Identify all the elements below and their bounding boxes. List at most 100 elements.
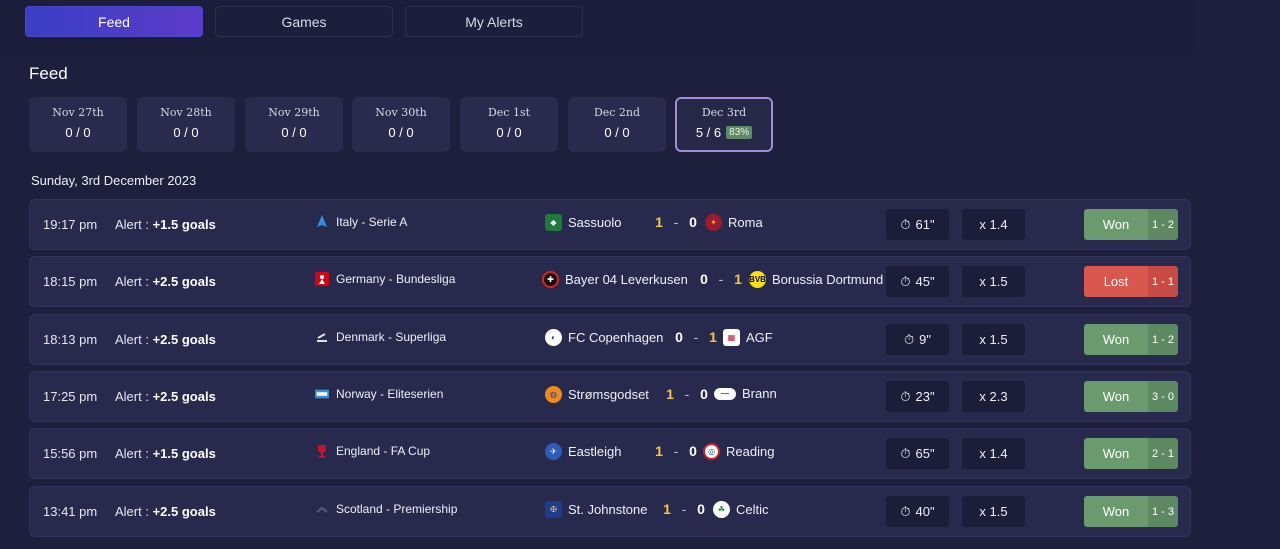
alert-time: 15:56 pm xyxy=(43,446,98,461)
live-score: 1-0 xyxy=(653,443,699,459)
odds: x 1.5 xyxy=(962,496,1025,527)
league: Scotland - Premiership xyxy=(315,502,457,516)
odds: x 2.3 xyxy=(962,381,1025,412)
away-team-name: AGF xyxy=(746,330,773,345)
alert-row[interactable]: 18:15 pm Alert : +2.5 goals Germany - Bu… xyxy=(29,256,1191,307)
live-score: 1-0 xyxy=(664,386,710,402)
home-goals: 1 xyxy=(655,214,663,230)
tab-games[interactable]: Games xyxy=(215,6,393,37)
date-card-nov-29[interactable]: Nov 29th 0 / 0 xyxy=(245,97,343,152)
alert-row[interactable]: 17:25 pm Alert : +2.5 goals Norway - Eli… xyxy=(29,371,1191,422)
alert-type: Alert : +2.5 goals xyxy=(115,332,216,347)
result-badge: Won 1 - 2 xyxy=(1084,209,1178,240)
live-score: 1-0 xyxy=(661,501,707,517)
away-team-name: Roma xyxy=(728,215,763,230)
date-card-dec-1[interactable]: Dec 1st 0 / 0 xyxy=(460,97,558,152)
result-label: Won xyxy=(1084,496,1148,527)
alert-minute: ⏱ 23" xyxy=(886,381,949,412)
eastleigh-crest-icon: ✈ xyxy=(545,443,562,460)
score-separator: - xyxy=(681,501,687,517)
result-label: Won xyxy=(1084,209,1148,240)
score-separator: - xyxy=(718,271,724,287)
date-card-nov-28[interactable]: Nov 28th 0 / 0 xyxy=(137,97,235,152)
home-team: ◆ Sassuolo xyxy=(545,214,621,231)
live-score: 1-0 xyxy=(653,214,699,230)
alert-label: Alert : xyxy=(115,504,149,519)
date-card-nov-30[interactable]: Nov 30th 0 / 0 xyxy=(352,97,450,152)
away-team: ◎ Reading xyxy=(703,443,774,460)
result-badge: Won 3 - 0 xyxy=(1084,381,1178,412)
home-goals: 1 xyxy=(655,443,663,459)
st-johnstone-crest-icon: ✠ xyxy=(545,501,562,518)
date-card-dec-3[interactable]: Dec 3rd 5 / 6 83% xyxy=(675,97,773,152)
home-team-name: FC Copenhagen xyxy=(568,330,664,345)
tab-my-alerts[interactable]: My Alerts xyxy=(405,6,583,37)
result-badge: Won 1 - 2 xyxy=(1084,324,1178,355)
final-score: 2 - 1 xyxy=(1148,438,1178,469)
date-card-nov-27[interactable]: Nov 27th 0 / 0 xyxy=(29,97,127,152)
roma-crest-icon: ✦ xyxy=(705,214,722,231)
date-score: 0 / 0 xyxy=(281,125,307,140)
result-badge: Won 1 - 3 xyxy=(1084,496,1178,527)
result-label: Lost xyxy=(1084,266,1148,297)
stopwatch-icon: ⏱ xyxy=(900,503,911,519)
alert-type: Alert : +2.5 goals xyxy=(115,504,216,519)
home-team: ◐ FC Copenhagen xyxy=(545,329,663,346)
away-goals: 0 xyxy=(689,214,697,230)
alert-row[interactable]: 13:41 pm Alert : +2.5 goals Scotland - P… xyxy=(29,486,1191,537)
sassuolo-crest-icon: ◆ xyxy=(545,214,562,231)
date-card-dec-2[interactable]: Dec 2nd 0 / 0 xyxy=(568,97,666,152)
home-team-name: Strømsgodset xyxy=(568,387,649,402)
league-name: Denmark - Superliga xyxy=(336,330,447,344)
alert-row[interactable]: 15:56 pm Alert : +1.5 goals England - FA… xyxy=(29,428,1191,479)
home-goals: 1 xyxy=(663,501,671,517)
away-goals: 0 xyxy=(697,501,705,517)
alert-time: 18:15 pm xyxy=(43,274,98,289)
alert-time: 17:25 pm xyxy=(43,389,98,404)
home-team: ✈ Eastleigh xyxy=(545,443,621,460)
away-team: ☘ Celtic xyxy=(713,501,769,518)
result-label: Won xyxy=(1084,324,1148,355)
league: Denmark - Superliga xyxy=(315,330,446,344)
date-score: 0 / 0 xyxy=(604,125,630,140)
league-name: England - FA Cup xyxy=(336,444,431,458)
odds: x 1.5 xyxy=(962,266,1025,297)
fa-cup-icon xyxy=(315,444,329,458)
alert-type: Alert : +2.5 goals xyxy=(115,389,216,404)
result-label: Won xyxy=(1084,381,1148,412)
brann-crest-icon: — xyxy=(714,387,736,400)
alert-label: Alert : xyxy=(115,332,149,347)
minute-value: 9" xyxy=(919,332,931,347)
tab-feed[interactable]: Feed xyxy=(25,6,203,37)
final-score: 1 - 1 xyxy=(1148,266,1178,297)
serie-a-icon xyxy=(315,215,329,229)
alert-label: Alert : xyxy=(115,274,149,289)
alert-minute: ⏱ 45" xyxy=(886,266,949,297)
date-score-value: 5 / 6 xyxy=(695,125,722,140)
result-badge: Lost 1 - 1 xyxy=(1084,266,1178,297)
dortmund-crest-icon: BVB xyxy=(749,271,766,288)
alert-market: +2.5 goals xyxy=(152,389,216,404)
alert-row[interactable]: 18:13 pm Alert : +2.5 goals Denmark - Su… xyxy=(29,314,1191,365)
date-label: Nov 28th xyxy=(160,106,212,119)
score-separator: - xyxy=(684,386,690,402)
odds: x 1.4 xyxy=(962,209,1025,240)
result-badge: Won 2 - 1 xyxy=(1084,438,1178,469)
reading-crest-icon: ◎ xyxy=(703,443,720,460)
superliga-icon xyxy=(315,330,329,344)
minute-value: 61" xyxy=(915,217,935,232)
top-navigation: Feed Games My Alerts xyxy=(0,0,1195,52)
minute-value: 65" xyxy=(915,446,935,461)
date-label: Dec 2nd xyxy=(593,106,641,119)
date-label: Nov 29th xyxy=(268,106,320,119)
date-score: 0 / 0 xyxy=(65,125,91,140)
alert-market: +2.5 goals xyxy=(152,332,216,347)
home-team-name: Bayer 04 Leverkusen xyxy=(565,272,688,287)
league-name: Germany - Bundesliga xyxy=(336,272,456,286)
date-label: Nov 30th xyxy=(375,106,427,119)
alert-type: Alert : +2.5 goals xyxy=(115,274,216,289)
alert-market: +1.5 goals xyxy=(152,217,216,232)
alert-minute: ⏱ 65" xyxy=(886,438,949,469)
score-separator: - xyxy=(673,214,679,230)
alert-row[interactable]: 19:17 pm Alert : +1.5 goals Italy - Seri… xyxy=(29,199,1191,250)
